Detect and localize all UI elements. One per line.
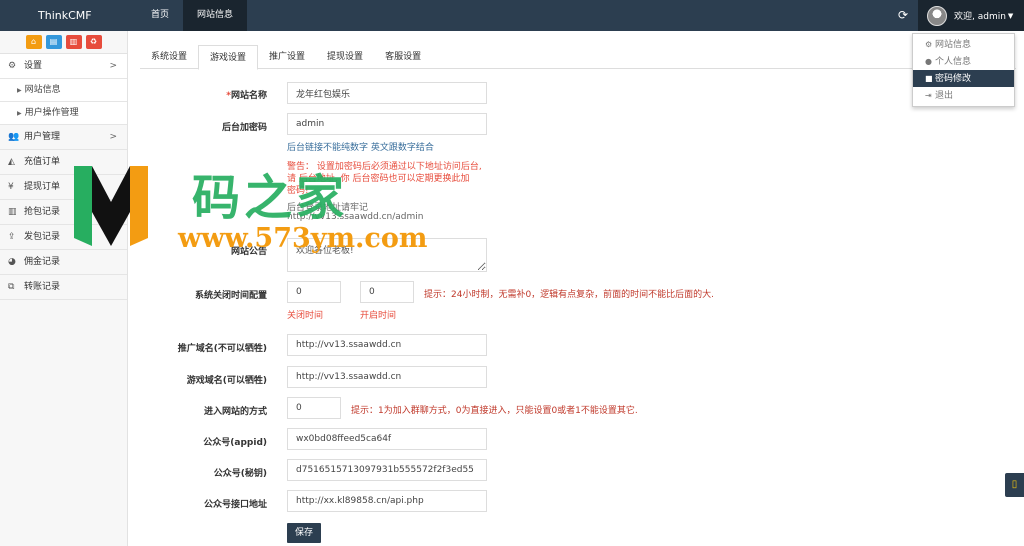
user-menu-toggle[interactable]: 欢迎, admin ▼: [918, 0, 1024, 31]
admin-code-help: 后台链接不能纯数字 英文跟数字结合: [287, 143, 434, 153]
sidebar-item-settings[interactable]: ⚙ 设置 >: [0, 54, 127, 79]
close-time-label: 系统关闭时间配置: [194, 291, 267, 301]
caret-right-icon: ▶: [17, 110, 22, 117]
secret-input[interactable]: [287, 459, 487, 481]
user-dropdown: ⚙ 网站信息 ● 个人信息 ■ 密码修改 ⇥ 退出: [912, 33, 1015, 107]
secret-label: 公众号(秘钥): [213, 469, 267, 479]
top-nav: 首页 网站信息: [137, 0, 248, 31]
caret-down-icon: ▼: [1007, 11, 1014, 20]
top-navbar: ThinkCMF 首页 网站信息 ⟳ 欢迎, admin ▼: [0, 0, 1024, 31]
site-name-input[interactable]: [287, 82, 487, 104]
welcome-text: 欢迎, admin: [954, 12, 1006, 22]
settings-tabs: 系统设置 游戏设置 推广设置 提现设置 客服设置: [140, 45, 1016, 70]
lock-icon: ■: [925, 74, 933, 83]
api-label: 公众号接口地址: [203, 500, 267, 510]
home-icon[interactable]: ⌂: [25, 35, 42, 49]
upload-icon: ⇪: [8, 232, 16, 242]
bar-chart-icon: ▥: [8, 207, 17, 217]
close-time-sublabel: 关闭时间: [287, 311, 324, 321]
logout-icon: ⇥: [925, 91, 932, 100]
watermark-url: www.573ym.com: [178, 223, 428, 254]
dropdown-change-password[interactable]: ■ 密码修改: [913, 70, 1014, 87]
dropdown-profile[interactable]: ● 个人信息: [913, 53, 1014, 70]
api-input[interactable]: [287, 490, 487, 512]
tab-service[interactable]: 客服设置: [374, 45, 432, 68]
watermark-logo: [74, 166, 148, 246]
yen-icon: ¥: [8, 182, 14, 192]
cogs-icon: ⚙: [8, 61, 17, 71]
entry-mode-note: 提示：1为加入群聊方式，0为直接进入，只能设置0或者1不能设置其它.: [351, 406, 638, 416]
watermark-text: 码之家: [192, 170, 349, 226]
sidebar-shortcuts: ⌂ ▤ ▥ ♻: [0, 31, 127, 54]
tab-game[interactable]: 游戏设置: [198, 45, 259, 70]
close-time-note: 提示：24小时制，无需补0，逻辑有点复杂，前面的时间不能比后面的大.: [424, 290, 715, 300]
nav-home[interactable]: 首页: [137, 0, 183, 31]
caret-right-icon: ▶: [17, 87, 22, 94]
site-name-label: *网站名称: [226, 91, 267, 101]
chevron-right-icon: >: [109, 61, 117, 71]
open-time-sublabel: 开启时间: [360, 311, 397, 321]
users-icon: 👥: [8, 132, 20, 142]
entry-mode-input[interactable]: [287, 397, 341, 419]
promo-domain-label: 推广域名(不可以牺牲): [177, 344, 267, 354]
game-domain-label: 游戏域名(可以牺牲): [186, 376, 267, 386]
save-button[interactable]: 保存: [287, 523, 321, 543]
user-icon: ●: [925, 57, 932, 66]
promo-domain-input[interactable]: [287, 334, 487, 356]
brand-logo[interactable]: ThinkCMF: [38, 0, 92, 31]
admin-code-label: 后台加密码: [221, 123, 267, 133]
recycle-icon[interactable]: ♻: [85, 35, 102, 49]
avatar: [927, 5, 947, 26]
appid-label: 公众号(appid): [203, 438, 267, 448]
nav-site-info[interactable]: 网站信息: [183, 0, 248, 31]
appid-input[interactable]: [287, 428, 487, 450]
area-chart-icon: ◭: [8, 157, 15, 167]
file-icon[interactable]: ▤: [45, 35, 62, 49]
admin-code-input[interactable]: [287, 113, 487, 135]
gear-icon: ⚙: [925, 40, 933, 49]
clone-icon: ⧉: [8, 282, 15, 292]
close-time-input[interactable]: [287, 281, 341, 303]
dropdown-logout[interactable]: ⇥ 退出: [913, 87, 1014, 104]
dropdown-site-info[interactable]: ⚙ 网站信息: [913, 36, 1014, 53]
open-time-input[interactable]: [360, 281, 414, 303]
tab-withdraw[interactable]: 提现设置: [316, 45, 374, 68]
tab-promo[interactable]: 推广设置: [258, 45, 316, 68]
refresh-icon[interactable]: ⟳: [896, 8, 910, 22]
entry-mode-label: 进入网站的方式: [203, 407, 267, 417]
pie-chart-icon: ◕: [8, 257, 16, 267]
side-widget-icon[interactable]: ▯: [1005, 473, 1024, 497]
game-domain-input[interactable]: [287, 366, 487, 388]
trash-icon[interactable]: ▥: [65, 35, 82, 49]
tab-system[interactable]: 系统设置: [140, 45, 198, 68]
